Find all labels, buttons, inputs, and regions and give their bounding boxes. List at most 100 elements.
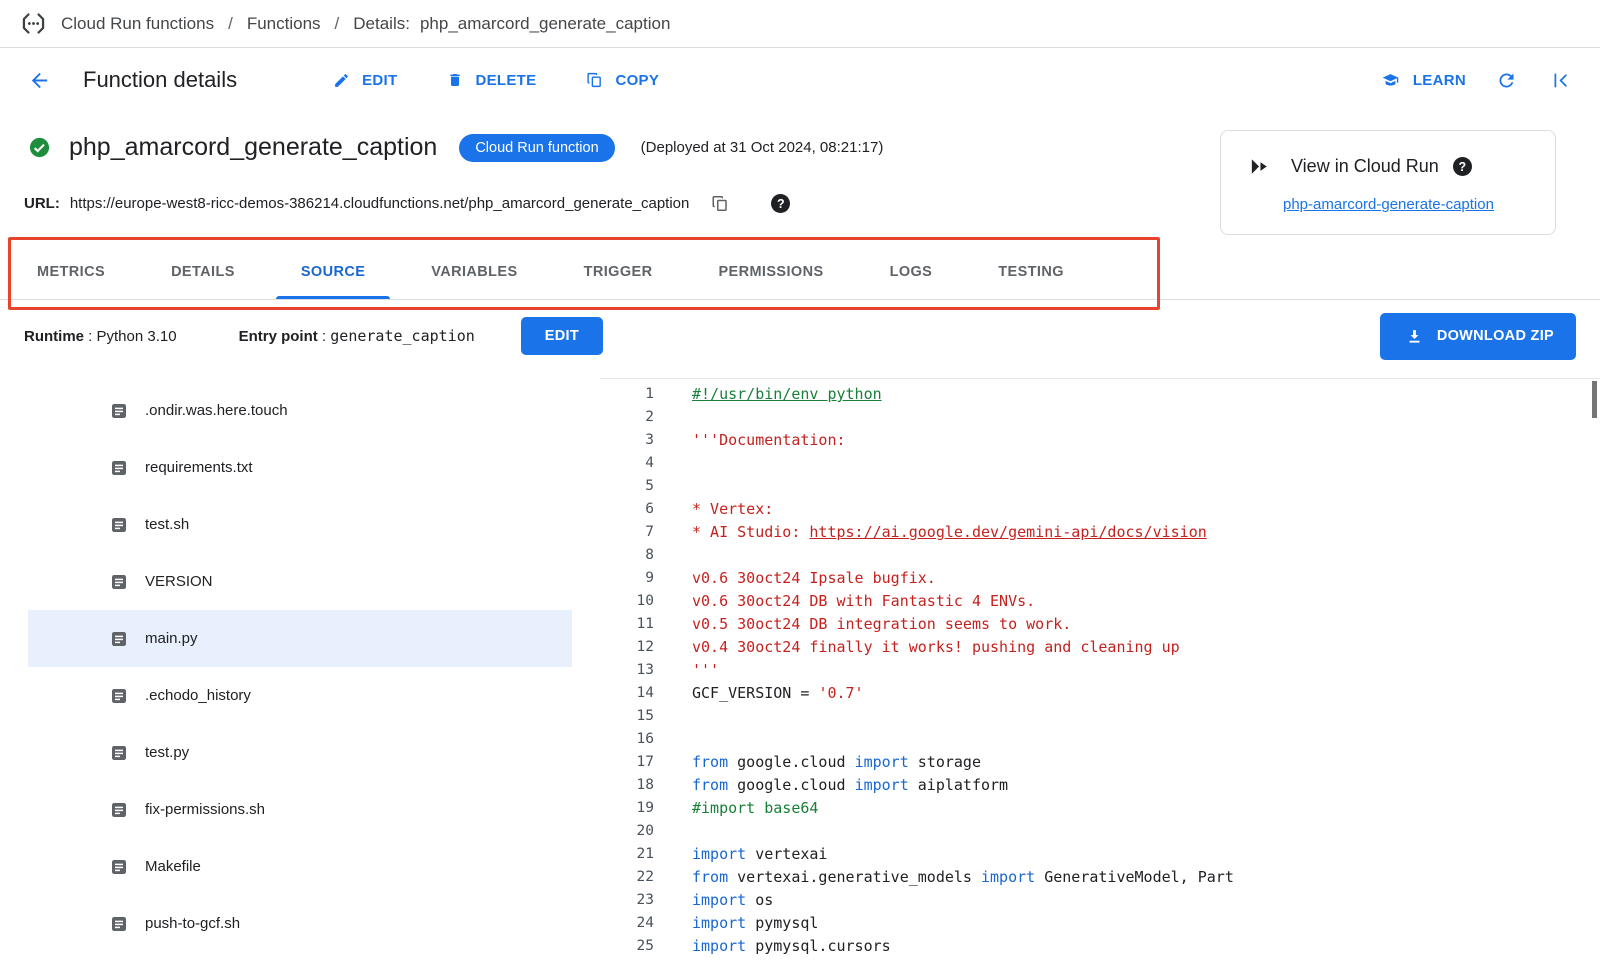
cloud-run-service-link[interactable]: php-amarcord-generate-caption bbox=[1283, 196, 1494, 213]
page-title: Function details bbox=[83, 67, 237, 93]
line-number: 23 bbox=[600, 889, 654, 912]
delete-button[interactable]: DELETE bbox=[443, 67, 536, 93]
breadcrumb-functions[interactable]: Functions bbox=[247, 14, 321, 34]
file-icon bbox=[110, 858, 128, 876]
code-line: 23import os bbox=[600, 889, 1600, 912]
function-header: php_amarcord_generate_caption Cloud Run … bbox=[0, 112, 1600, 245]
line-number: 25 bbox=[600, 935, 654, 958]
tab-variables[interactable]: VARIABLES bbox=[398, 245, 550, 299]
tab-metrics[interactable]: METRICS bbox=[4, 245, 138, 299]
tab-permissions[interactable]: PERMISSIONS bbox=[685, 245, 856, 299]
status-ok-icon bbox=[24, 132, 55, 163]
code-text: from google.cloud import storage bbox=[692, 751, 981, 774]
code-line: 5 bbox=[600, 475, 1600, 498]
code-text: '''Documentation: bbox=[692, 429, 846, 452]
copy-icon bbox=[711, 194, 729, 213]
edit-button[interactable]: EDIT bbox=[329, 68, 397, 93]
code-scrollbar[interactable] bbox=[1592, 381, 1597, 975]
learn-icon bbox=[1376, 68, 1405, 93]
file-name: main.py bbox=[145, 630, 198, 647]
file-item[interactable]: fix-permissions.sh bbox=[28, 781, 572, 838]
code-text: ''' bbox=[692, 659, 719, 682]
entry-point-value: generate_caption bbox=[330, 327, 475, 345]
code-line: 8 bbox=[600, 544, 1600, 567]
code-line: 11 v0.5 30oct24 DB integration seems to w… bbox=[600, 613, 1600, 636]
tab-trigger[interactable]: TRIGGER bbox=[551, 245, 686, 299]
code-text: * Vertex: bbox=[692, 498, 773, 521]
tab-source[interactable]: SOURCE bbox=[268, 245, 398, 299]
file-name: Makefile bbox=[145, 858, 201, 875]
edit-source-label: EDIT bbox=[545, 328, 579, 344]
learn-label: LEARN bbox=[1413, 72, 1466, 89]
collapse-panel-icon bbox=[1551, 70, 1572, 91]
copy-url-button[interactable] bbox=[707, 190, 733, 217]
line-number: 14 bbox=[600, 682, 654, 705]
breadcrumb-app[interactable]: Cloud Run functions bbox=[61, 14, 214, 34]
code-line: 15 bbox=[600, 705, 1600, 728]
entry-point-info: Entry point : generate_caption bbox=[239, 327, 475, 345]
collapse-panel-button[interactable] bbox=[1547, 66, 1576, 95]
code-text: v0.5 30oct24 DB integration seems to wor… bbox=[692, 613, 1071, 636]
file-item[interactable]: .ondir.was.here.touch bbox=[28, 382, 572, 439]
file-item[interactable]: main.py bbox=[28, 610, 572, 667]
breadcrumb: Cloud Run functions / Functions / Detail… bbox=[0, 0, 1600, 48]
runtime-info: Runtime : Python 3.10 bbox=[24, 328, 177, 345]
toolbar-actions: EDIT DELETE COPY bbox=[329, 67, 659, 93]
file-name: .echodo_history bbox=[145, 687, 251, 704]
code-line: 4 bbox=[600, 452, 1600, 475]
file-name: .ondir.was.here.touch bbox=[145, 402, 288, 419]
runtime-label: Runtime bbox=[24, 328, 84, 345]
file-name: fix-permissions.sh bbox=[145, 801, 265, 818]
file-item[interactable]: requirements.txt bbox=[28, 439, 572, 496]
file-item[interactable]: push-to-gcf.sh bbox=[28, 895, 572, 952]
tab-details[interactable]: DETAILS bbox=[138, 245, 268, 299]
url-value: https://europe-west8-ricc-demos-386214.c… bbox=[70, 195, 690, 212]
back-button[interactable] bbox=[24, 65, 55, 96]
url-help-icon[interactable]: ? bbox=[771, 194, 790, 213]
toolbar-right: LEARN bbox=[1376, 66, 1576, 95]
learn-button[interactable]: LEARN bbox=[1376, 68, 1466, 93]
code-line: 6* Vertex: bbox=[600, 498, 1600, 521]
run-card-title: View in Cloud Run bbox=[1291, 156, 1439, 177]
cloud-functions-icon bbox=[16, 6, 51, 41]
refresh-button[interactable] bbox=[1492, 66, 1521, 95]
cloud-run-help-icon[interactable]: ? bbox=[1453, 157, 1472, 176]
code-editor[interactable]: 1#!/usr/bin/env python23'''Documentation… bbox=[600, 378, 1600, 975]
file-name: requirements.txt bbox=[145, 459, 253, 476]
code-text: * AI Studio: https://ai.google.dev/gemin… bbox=[692, 521, 1207, 544]
code-line: 18from google.cloud import aiplatform bbox=[600, 774, 1600, 797]
line-number: 12 bbox=[600, 636, 654, 659]
code-line: 13 ''' bbox=[600, 659, 1600, 682]
line-number: 19 bbox=[600, 797, 654, 820]
tab-testing[interactable]: TESTING bbox=[965, 245, 1097, 299]
copy-button[interactable]: COPY bbox=[582, 67, 659, 93]
file-item[interactable]: Makefile bbox=[28, 838, 572, 895]
tabs: METRICSDETAILSSOURCEVARIABLESTRIGGERPERM… bbox=[0, 245, 1600, 300]
file-item[interactable]: .echodo_history bbox=[28, 667, 572, 724]
code-text: v0.4 30oct24 finally it works! pushing a… bbox=[692, 636, 1180, 659]
file-name: test.sh bbox=[145, 516, 189, 533]
code-lines: 1#!/usr/bin/env python23'''Documentation… bbox=[600, 383, 1600, 958]
code-text: #!/usr/bin/env python bbox=[692, 383, 882, 406]
line-number: 16 bbox=[600, 728, 654, 751]
file-item[interactable]: test.sh bbox=[28, 496, 572, 553]
file-item[interactable]: VERSION bbox=[28, 553, 572, 610]
file-name: test.py bbox=[145, 744, 189, 761]
file-item[interactable]: test.py bbox=[28, 724, 572, 781]
line-number: 13 bbox=[600, 659, 654, 682]
code-line: 20 bbox=[600, 820, 1600, 843]
line-number: 5 bbox=[600, 475, 654, 498]
tab-logs[interactable]: LOGS bbox=[857, 245, 966, 299]
edit-source-button[interactable]: EDIT bbox=[521, 317, 603, 355]
download-zip-button[interactable]: DOWNLOAD ZIP bbox=[1380, 313, 1576, 360]
breadcrumb-details-label: Details: bbox=[353, 14, 410, 34]
line-number: 11 bbox=[600, 613, 654, 636]
source-area: .ondir.was.here.touch requirements.txt tes… bbox=[0, 372, 1600, 975]
breadcrumb-separator: / bbox=[335, 14, 340, 34]
code-line: 10v0.6 30oct24 DB with Fantastic 4 ENVs. bbox=[600, 590, 1600, 613]
delete-label: DELETE bbox=[475, 72, 536, 89]
file-icon bbox=[110, 516, 128, 534]
url-label: URL: bbox=[24, 195, 60, 212]
line-number: 24 bbox=[600, 912, 654, 935]
code-scrollbar-thumb[interactable] bbox=[1592, 381, 1597, 418]
